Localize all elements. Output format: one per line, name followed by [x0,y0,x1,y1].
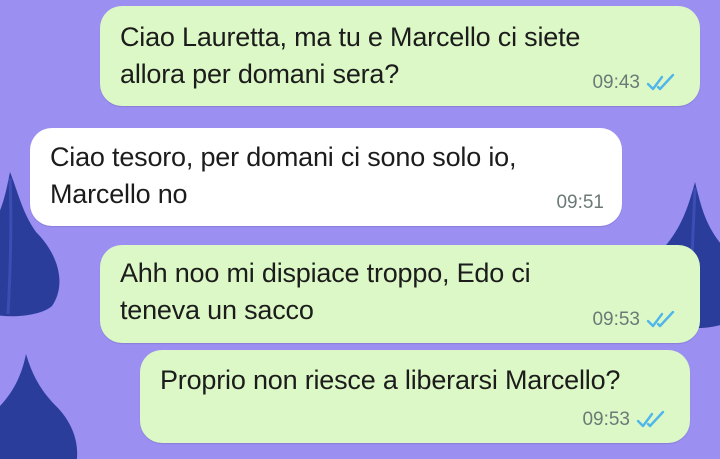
message-bubble-outgoing[interactable]: Ciao Lauretta, ma tu e Marcello ci siete… [100,6,700,106]
message-text: Ciao tesoro, per domani ci sono solo io,… [50,142,517,209]
message-bubble-outgoing[interactable]: Ahh noo mi dispiace troppo, Edo ci tenev… [100,245,700,343]
message-meta: 09:43 [592,72,678,94]
double-check-icon [646,310,675,328]
message-text: Proprio non riesce a liberarsi Marcello? [160,365,621,395]
message-time: 09:43 [592,72,640,93]
message-meta: 09:51 [556,192,604,214]
message-bubble-incoming[interactable]: Ciao tesoro, per domani ci sono solo io,… [30,128,622,226]
message-time: 09:53 [592,309,640,330]
message-meta: 09:53 [582,409,668,431]
message-bubble-outgoing[interactable]: Proprio non riesce a liberarsi Marcello?… [140,350,690,443]
double-check-icon [646,73,675,91]
message-time: 09:51 [556,192,604,213]
message-meta: 09:53 [592,309,678,331]
double-check-icon [636,410,665,428]
fig-bottom-left-icon [0,354,78,459]
message-time: 09:53 [582,409,630,430]
